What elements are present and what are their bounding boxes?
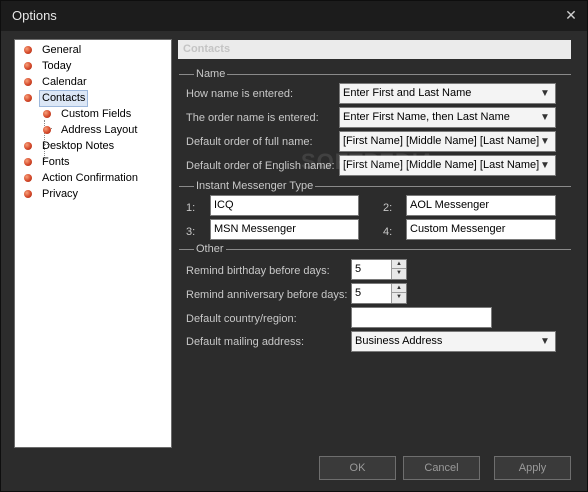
cancel-button[interactable]: Cancel [403, 456, 480, 480]
options-tree[interactable]: General Today Calendar Contacts Custom Field… [14, 39, 172, 448]
name-group-line [179, 74, 571, 75]
tree-item-label: Today [42, 60, 72, 72]
ok-button[interactable]: OK [319, 456, 396, 480]
im-field-3[interactable]: MSN Messenger [210, 219, 359, 240]
bullet-icon [24, 142, 32, 150]
country-input[interactable] [351, 307, 492, 328]
bullet-icon [24, 174, 32, 182]
chevron-down-icon[interactable]: ▼ [392, 269, 406, 278]
birthday-value: 5 [355, 263, 362, 275]
how-entered-select[interactable]: Enter First and Last Name ▼ [339, 83, 556, 104]
bullet-icon [43, 110, 51, 118]
tree-item-label: Address Layout [61, 124, 138, 136]
tree-item-label: Desktop Notes [42, 140, 115, 152]
country-label: Default country/region: [186, 313, 297, 325]
tree-item-label: Fonts [42, 156, 70, 168]
bullet-icon [24, 94, 32, 102]
tree-item-label: Privacy [42, 188, 79, 200]
mailing-label: Default mailing address: [186, 336, 305, 348]
tree-item-label: Action Confirmation [42, 172, 138, 184]
how-entered-label: How name is entered: [186, 88, 293, 100]
bullet-icon [24, 46, 32, 54]
bullet-icon [43, 126, 51, 134]
tree-item-label: Calendar [42, 76, 87, 88]
options-window: Options ✕ General Today Calendar Contacts Cu… [0, 0, 588, 492]
mailing-select[interactable]: Business Address ▼ [351, 331, 556, 352]
im-field-2[interactable]: AOL Messenger [406, 195, 556, 216]
chevron-down-icon[interactable]: ▼ [540, 156, 550, 175]
im-num-2: 2: [383, 202, 393, 214]
chevron-up-icon[interactable]: ▲ [392, 260, 406, 269]
chevron-down-icon[interactable]: ▼ [540, 84, 550, 103]
apply-button[interactable]: Apply [494, 456, 571, 480]
chevron-up-icon[interactable]: ▲ [392, 284, 406, 293]
window-title: Options [12, 8, 57, 23]
full-order-value: [First Name] [Middle Name] [Last Name] [343, 135, 540, 147]
chevron-down-icon[interactable]: ▼ [392, 293, 406, 302]
close-icon[interactable]: ✕ [561, 5, 581, 25]
title-bar[interactable]: Options ✕ [1, 1, 587, 31]
section-header: Contacts [178, 40, 571, 59]
tree-item-label: General [42, 44, 82, 56]
im-num-4: 4: [383, 226, 393, 238]
bullet-icon [24, 190, 32, 198]
full-order-label: Default order of full name: [186, 136, 313, 148]
other-group-line [179, 249, 571, 250]
im-field-1[interactable]: ICQ [210, 195, 359, 216]
other-group-label: Other [194, 243, 226, 256]
watermark: SOFTPEDIA [301, 149, 436, 174]
anniversary-label: Remind anniversary before days: [186, 289, 348, 301]
im-field-4[interactable]: Custom Messenger [406, 219, 556, 240]
chevron-down-icon[interactable]: ▼ [540, 132, 550, 151]
anniversary-value: 5 [355, 287, 362, 299]
birthday-label: Remind birthday before days: [186, 265, 330, 277]
im-num-3: 3: [186, 226, 196, 238]
chevron-down-icon[interactable]: ▼ [540, 332, 550, 351]
anniversary-stepper[interactable]: 5 ▲ ▼ [351, 283, 407, 304]
im-group-label: Instant Messenger Type [194, 180, 316, 193]
birthday-stepper[interactable]: 5 ▲ ▼ [351, 259, 407, 280]
order-entered-select[interactable]: Enter First Name, then Last Name ▼ [339, 107, 556, 128]
bullet-icon [24, 62, 32, 70]
tree-item-label: Custom Fields [61, 108, 132, 120]
name-group-label: Name [194, 68, 228, 81]
spin-buttons[interactable]: ▲ ▼ [391, 260, 406, 279]
im-num-1: 1: [186, 202, 196, 214]
how-entered-value: Enter First and Last Name [343, 87, 472, 99]
bullet-icon [24, 78, 32, 86]
order-entered-value: Enter First Name, then Last Name [343, 111, 510, 123]
spin-buttons[interactable]: ▲ ▼ [391, 284, 406, 303]
bullet-icon [24, 158, 32, 166]
mailing-value: Business Address [355, 335, 443, 347]
chevron-down-icon[interactable]: ▼ [540, 108, 550, 127]
order-entered-label: The order name is entered: [186, 112, 319, 124]
tree-item-label: Contacts [38, 90, 89, 107]
